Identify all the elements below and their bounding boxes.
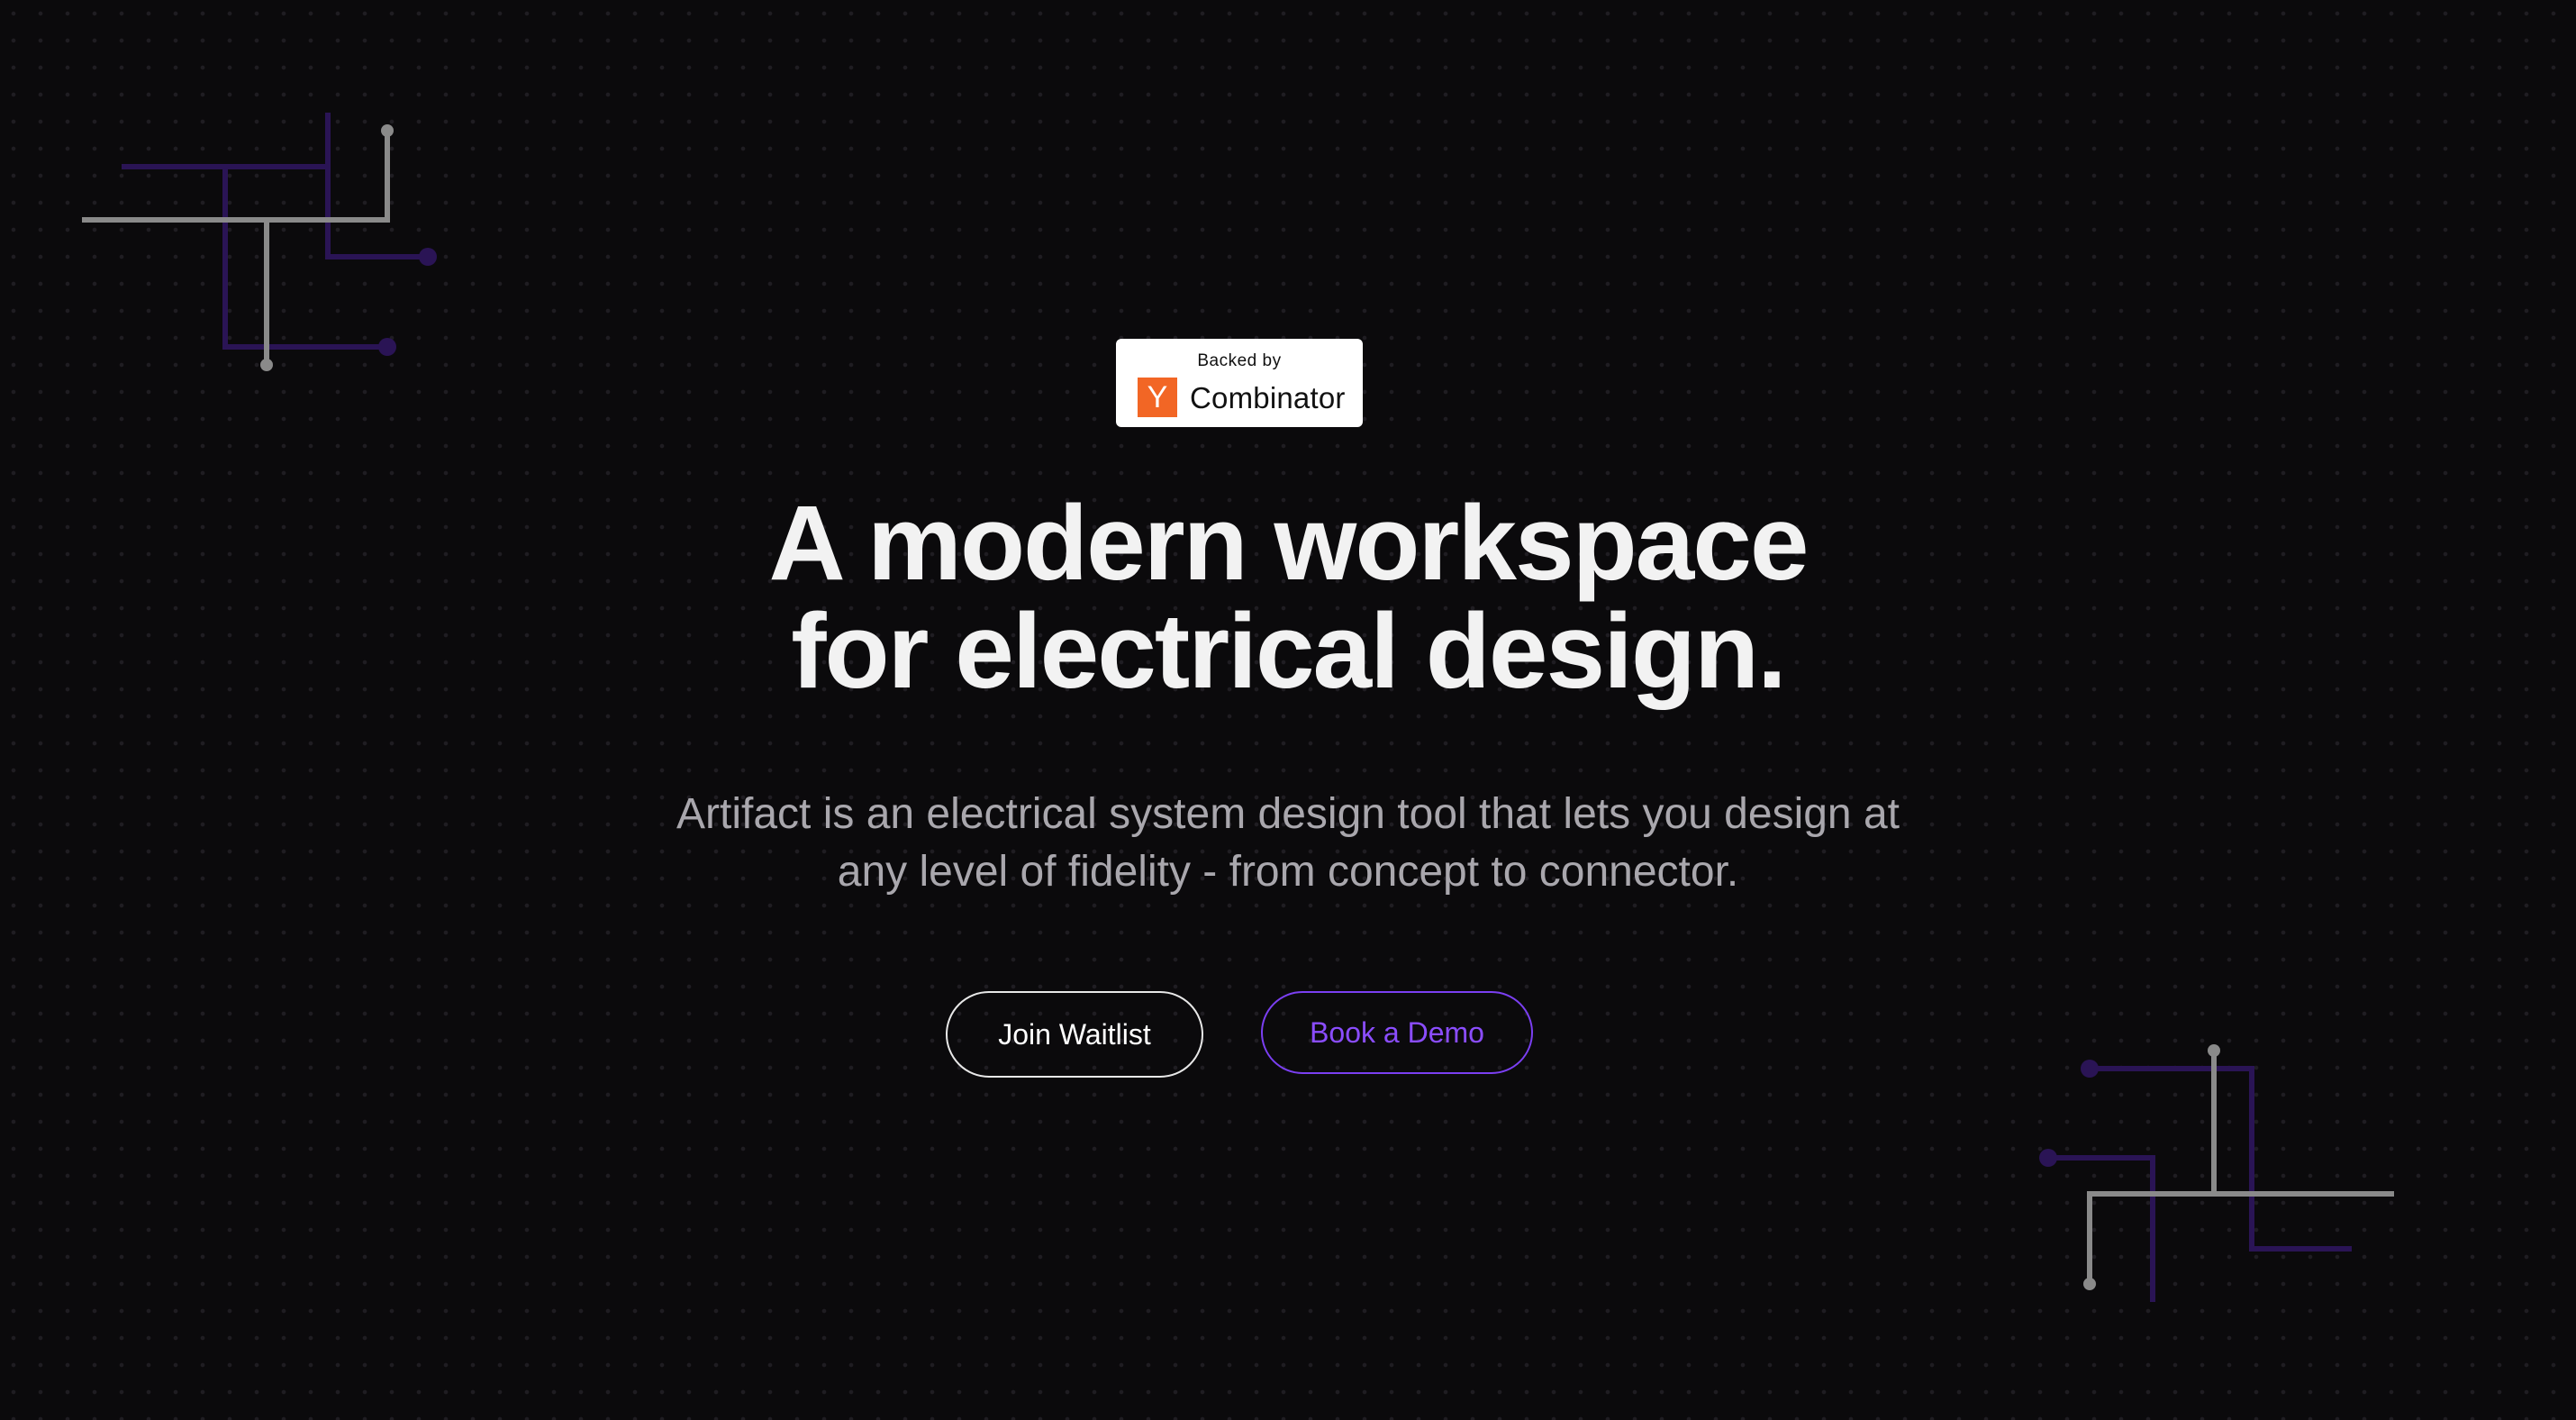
headline-line-1: A modern workspace [768, 484, 1809, 603]
hero-subtitle: Artifact is an electrical system design … [522, 786, 2054, 901]
hero-headline: A modern workspace for electrical design… [387, 489, 2189, 705]
headline-line-2: for electrical design. [791, 592, 1787, 711]
subtitle-line-2: any level of fidelity - from concept to … [837, 848, 1739, 896]
hero-section: Backed by Y Combinator A modern workspac… [0, 0, 2576, 1420]
backed-by-label: Backed by [1197, 351, 1282, 370]
y-combinator-logo-icon: Y [1138, 378, 1177, 417]
y-combinator-name: Combinator [1190, 381, 1346, 414]
book-demo-button[interactable]: Book a Demo [1261, 991, 1533, 1074]
join-waitlist-button[interactable]: Join Waitlist [946, 991, 1203, 1078]
y-combinator-badge[interactable]: Backed by Y Combinator [1116, 339, 1363, 427]
subtitle-line-1: Artifact is an electrical system design … [676, 790, 1900, 838]
